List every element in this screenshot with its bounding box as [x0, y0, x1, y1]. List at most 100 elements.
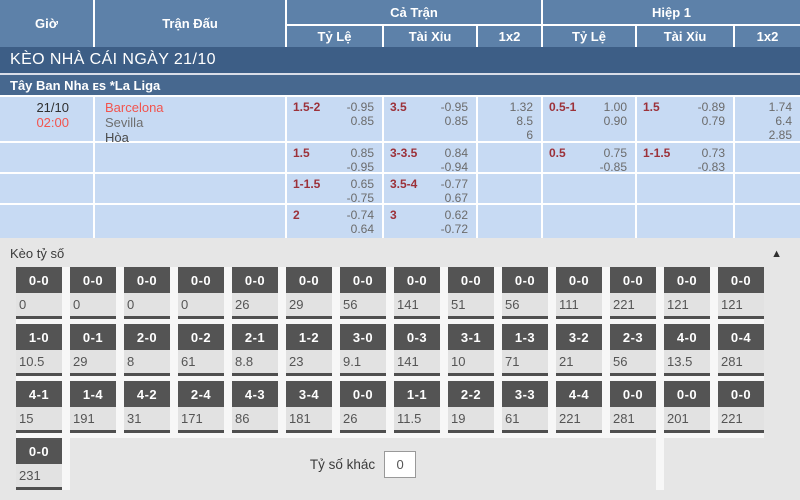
odd-value[interactable]: 8.5 [516, 114, 533, 128]
score-odds-cell[interactable]: 2-18.8 [232, 324, 278, 376]
score-odds-cell[interactable]: 4-231 [124, 381, 170, 433]
ft-overunder-cell[interactable]: 3-3.5 0.84-0.94 [384, 143, 476, 172]
score-odds-cell[interactable]: 3-4181 [286, 381, 332, 433]
odd-value[interactable]: 0.64 [351, 222, 374, 236]
score-odds-cell[interactable]: 1-111.5 [394, 381, 440, 433]
odd-value[interactable]: -0.83 [698, 160, 725, 174]
score-odds-cell[interactable]: 4-4221 [556, 381, 602, 433]
score-odds-cell[interactable]: 0-4281 [718, 324, 764, 376]
odd-value[interactable]: -0.74 [347, 208, 374, 222]
score-odds-cell[interactable]: 0-056 [340, 267, 386, 319]
ft-handicap-cell[interactable]: 2 -0.740.64 [287, 205, 382, 238]
score-odds-cell[interactable]: 0-00 [178, 267, 224, 319]
odd-value[interactable]: -0.95 [347, 100, 374, 114]
odd-value[interactable]: 1.00 [604, 100, 627, 114]
h1-handicap-cell[interactable]: 0.5-1 1.000.90 [543, 97, 635, 141]
odd-value[interactable]: -0.95 [347, 160, 374, 174]
score-odd-value: 171 [178, 407, 224, 426]
ft-overunder-cell[interactable]: 3 0.62-0.72 [384, 205, 476, 238]
score-odds-cell[interactable]: 3-361 [502, 381, 548, 433]
odd-value[interactable]: 6 [526, 128, 533, 142]
score-odds-cell[interactable]: 0-00 [70, 267, 116, 319]
score-odds-cell[interactable]: 0-0281 [610, 381, 656, 433]
odd-value[interactable]: 6.4 [775, 114, 792, 128]
score-odds-cell[interactable]: 4-115 [16, 381, 62, 433]
h1-1x2-cell[interactable]: 1.74 6.4 2.85 [735, 97, 800, 141]
overunder-line: 1.5 [643, 100, 660, 141]
score-odds-cell[interactable]: 0-026 [232, 267, 278, 319]
odds-table: 21/10 02:00 Barcelona Sevilla Hòa 1.5-2 … [0, 95, 800, 238]
ft-handicap-cell[interactable]: 1.5-2 -0.950.85 [287, 97, 382, 141]
odd-value[interactable]: 1.74 [769, 100, 792, 114]
ft-handicap-cell[interactable]: 1.5 0.85-0.95 [287, 143, 382, 172]
score-label: 0-0 [448, 267, 494, 293]
score-odds-cell[interactable]: 0-0 231 [16, 438, 62, 490]
score-odds-cell[interactable]: 0-0201 [664, 381, 710, 433]
odd-value[interactable]: 0.75 [604, 146, 627, 160]
score-odds-cell[interactable]: 3-221 [556, 324, 602, 376]
collapse-icon[interactable]: ▲ [771, 248, 782, 260]
score-odds-cell[interactable]: 2-356 [610, 324, 656, 376]
score-odds-cell[interactable]: 0-029 [286, 267, 332, 319]
score-odds-cell[interactable]: 0-026 [340, 381, 386, 433]
ft-handicap-cell[interactable]: 1-1.5 0.65-0.75 [287, 174, 382, 203]
odd-value[interactable]: 1.32 [510, 100, 533, 114]
score-odds-cell[interactable]: 0-00 [16, 267, 62, 319]
match-teams-cell[interactable]: Barcelona Sevilla Hòa [95, 97, 285, 141]
score-odds-cell[interactable]: 4-386 [232, 381, 278, 433]
odd-value[interactable]: 0.90 [604, 114, 627, 128]
score-odds-cell[interactable]: 3-09.1 [340, 324, 386, 376]
odd-value[interactable]: -0.75 [347, 191, 374, 205]
score-label: 1-1 [394, 381, 440, 407]
score-odds-cell[interactable]: 0-261 [178, 324, 224, 376]
odd-value[interactable]: 0.85 [351, 146, 374, 160]
score-odds-cell[interactable]: 0-3141 [394, 324, 440, 376]
odd-value[interactable]: 0.84 [445, 146, 468, 160]
odd-value[interactable]: 2.85 [769, 128, 792, 142]
score-odds-cell[interactable]: 4-013.5 [664, 324, 710, 376]
odd-value[interactable]: -0.89 [698, 100, 725, 114]
odd-value[interactable]: 0.62 [445, 208, 468, 222]
odd-value[interactable]: -0.85 [600, 160, 627, 174]
score-odds-cell[interactable]: 2-219 [448, 381, 494, 433]
odd-value[interactable]: 0.85 [445, 114, 468, 128]
score-odds-cell[interactable]: 2-4171 [178, 381, 224, 433]
score-odds-cell[interactable]: 1-371 [502, 324, 548, 376]
odd-value[interactable]: -0.95 [441, 100, 468, 114]
col-header-match: Trận Đấu [95, 0, 285, 47]
odd-value[interactable]: 0.73 [702, 146, 725, 160]
h1-overunder-cell[interactable]: 1-1.5 0.73-0.83 [637, 143, 733, 172]
h1-overunder-cell[interactable]: 1.5 -0.890.79 [637, 97, 733, 141]
other-score-input[interactable] [384, 451, 416, 478]
score-odds-cell[interactable]: 1-4191 [70, 381, 116, 433]
score-odds-cell[interactable]: 0-0221 [718, 381, 764, 433]
score-odds-cell[interactable]: 1-010.5 [16, 324, 62, 376]
score-odds-cell[interactable]: 0-00 [124, 267, 170, 319]
odd-value[interactable]: 0.79 [702, 114, 725, 128]
score-label: 0-1 [70, 324, 116, 350]
league-bar[interactable]: Tây Ban Nha ᴇs *La Liga [0, 73, 800, 95]
score-odd-value: 61 [502, 407, 548, 426]
score-odds-cell[interactable]: 0-0221 [610, 267, 656, 319]
ft-overunder-cell[interactable]: 3.5-4 -0.770.67 [384, 174, 476, 203]
score-odds-cell[interactable]: 0-129 [70, 324, 116, 376]
odd-value[interactable]: 0.67 [445, 191, 468, 205]
score-odds-cell[interactable]: 1-223 [286, 324, 332, 376]
odd-value[interactable]: -0.72 [441, 222, 468, 236]
score-odds-cell[interactable]: 0-056 [502, 267, 548, 319]
score-odds-cell[interactable]: 0-0141 [394, 267, 440, 319]
score-odds-cell[interactable]: 0-0111 [556, 267, 602, 319]
score-odds-cell[interactable]: 0-0121 [718, 267, 764, 319]
score-odds-cell[interactable]: 0-051 [448, 267, 494, 319]
score-odds-cell[interactable]: 2-08 [124, 324, 170, 376]
ft-overunder-cell[interactable]: 3.5 -0.950.85 [384, 97, 476, 141]
score-odds-cell[interactable]: 3-110 [448, 324, 494, 376]
odd-value[interactable]: -0.94 [441, 160, 468, 174]
h1-handicap-cell[interactable]: 0.5 0.75-0.85 [543, 143, 635, 172]
score-odds-cell[interactable]: 0-0121 [664, 267, 710, 319]
odd-value[interactable]: 0.65 [351, 177, 374, 191]
odd-value[interactable]: 0.85 [351, 114, 374, 128]
empty-cell [735, 174, 800, 203]
odd-value[interactable]: -0.77 [441, 177, 468, 191]
ft-1x2-cell[interactable]: 1.32 8.5 6 [478, 97, 541, 141]
